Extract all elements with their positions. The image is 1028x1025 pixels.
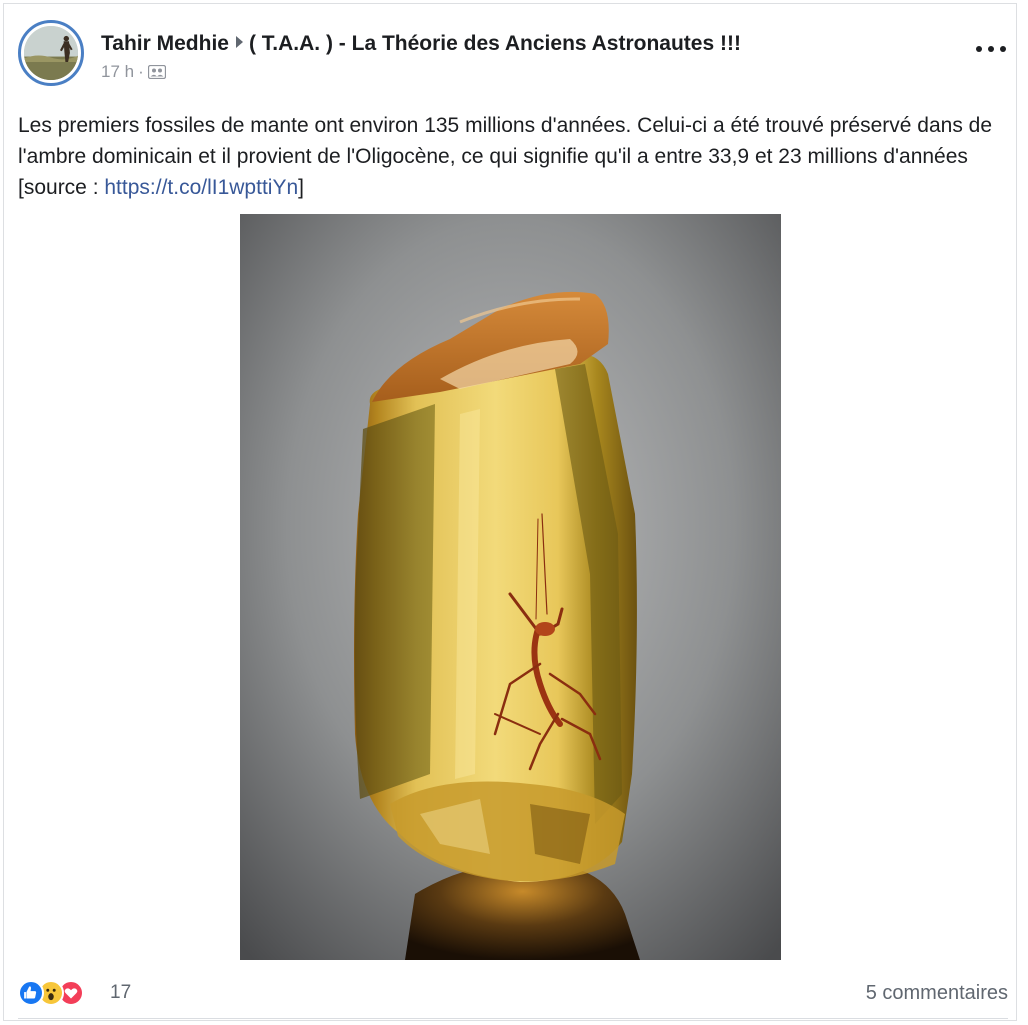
group-name[interactable]: ( T.A.A. ) - La Théorie des Anciens Astr…: [249, 32, 741, 55]
avatar-image: [24, 26, 78, 80]
post-photo[interactable]: [240, 214, 781, 960]
comments-count-link[interactable]: 5 commentaires: [866, 982, 1008, 1005]
reaction-count: 17: [110, 982, 132, 1003]
source-link[interactable]: https://t.co/lI1wpttiYn: [104, 176, 298, 199]
group-members-icon: [147, 64, 166, 80]
meta-separator: ·: [138, 62, 144, 81]
post-header: Tahir Medhie ( T.A.A. ) - La Théorie des …: [18, 20, 1008, 90]
post-text-end: ]: [298, 176, 304, 199]
more-options-icon[interactable]: [974, 38, 1008, 60]
post-footer: 17 5 commentaires: [18, 978, 1008, 1010]
footer-divider: [18, 1018, 1008, 1019]
author-avatar[interactable]: [18, 20, 84, 86]
post-timestamp[interactable]: 17 h: [101, 62, 134, 81]
like-icon: [18, 980, 44, 1006]
post-text: Les premiers fossiles de mante ont envir…: [18, 110, 998, 203]
author-line: Tahir Medhie ( T.A.A. ) - La Théorie des …: [101, 32, 741, 56]
post-meta: 17 h ·: [101, 62, 166, 82]
triangle-right-icon: [235, 36, 243, 48]
author-name[interactable]: Tahir Medhie: [101, 32, 229, 55]
amber-mantis-image: [240, 214, 781, 960]
